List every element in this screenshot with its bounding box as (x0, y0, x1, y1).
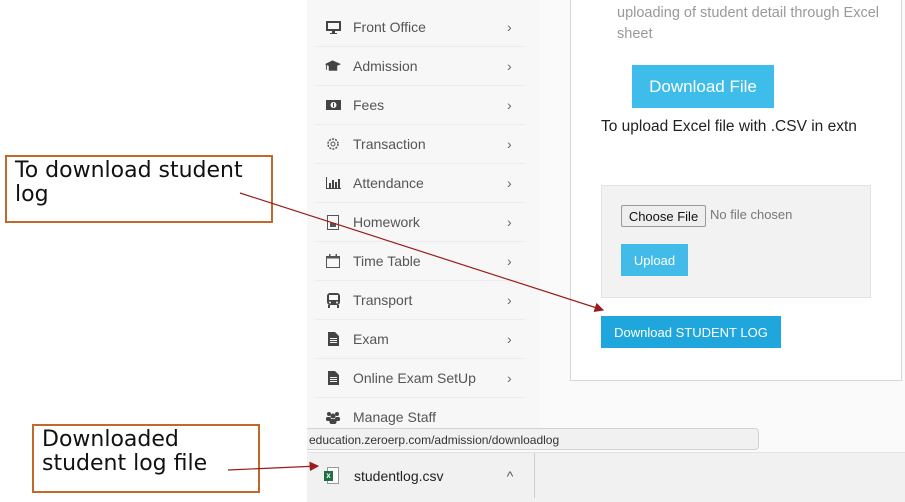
sidebar-item-homework[interactable]: Homework › (315, 203, 525, 242)
sidebar-item-label: Attendance (353, 175, 424, 191)
description-text: uploading of student detail through Exce… (617, 5, 879, 42)
sidebar-item-admission[interactable]: Admission › (315, 47, 525, 86)
calendar-icon (325, 253, 341, 269)
file-icon (325, 331, 341, 347)
sidebar-item-label: Time Table (353, 253, 421, 269)
sidebar-item-front-office[interactable]: Front Office › (315, 8, 525, 47)
chevron-right-icon: › (507, 331, 512, 347)
download-file-button[interactable]: Download File (632, 65, 774, 108)
sidebar-item-label: Transport (353, 292, 413, 308)
download-file-name[interactable]: studentlog.csv (354, 468, 500, 484)
download-item[interactable]: x studentlog.csv ^ (307, 453, 535, 498)
chevron-right-icon: › (507, 58, 512, 74)
choose-file-button[interactable]: Choose File (621, 205, 706, 227)
upload-panel-card: uploading of student detail through Exce… (570, 0, 902, 381)
gear-icon (325, 136, 341, 152)
chevron-up-icon[interactable]: ^ (500, 468, 520, 484)
sidebar-item-label: Front Office (353, 19, 426, 35)
sidebar-item-transaction[interactable]: Transaction › (315, 125, 525, 164)
chevron-right-icon: › (507, 175, 512, 191)
bar-chart-icon (325, 175, 341, 191)
chevron-right-icon: › (507, 292, 512, 308)
chevron-right-icon: › (507, 253, 512, 269)
sidebar-item-label: Exam (353, 331, 389, 347)
sidebar-item-label: Manage Staff (353, 409, 437, 425)
annotation-callout-downloaded-file: Downloaded student log file (32, 424, 260, 493)
sidebar-item-label: Transaction (353, 136, 426, 152)
chevron-right-icon: › (507, 136, 512, 152)
sidebar-item-label: Online Exam SetUp (353, 370, 476, 386)
upload-button[interactable]: Upload (621, 244, 688, 276)
users-icon (325, 409, 341, 425)
status-url-bar: education.zeroerp.com/admission/download… (307, 428, 759, 450)
sidebar-item-fees[interactable]: Fees › (315, 86, 525, 125)
app-screen: Front Office › Admission › Fees › Transa… (307, 0, 905, 502)
chevron-right-icon: › (507, 214, 512, 230)
no-file-text: No file chosen (710, 207, 793, 222)
graduation-cap-icon (325, 58, 341, 74)
download-shelf: x studentlog.csv ^ (307, 452, 905, 502)
sidebar-item-attendance[interactable]: Attendance › (315, 164, 525, 203)
money-icon (325, 97, 341, 113)
chevron-right-icon: › (507, 97, 512, 113)
upload-form: Choose File No file chosen Upload (601, 185, 871, 298)
upload-note: To upload Excel file with .CSV in extn (601, 118, 857, 135)
sidebar-item-online-exam-setup[interactable]: Online Exam SetUp › (315, 359, 525, 398)
download-student-log-button[interactable]: Download STUDENT LOG (601, 316, 781, 348)
desktop-icon (325, 19, 341, 35)
document-icon (325, 214, 341, 230)
sidebar: Front Office › Admission › Fees › Transa… (307, 0, 540, 430)
sidebar-item-time-table[interactable]: Time Table › (315, 242, 525, 281)
sidebar-item-label: Homework (353, 214, 420, 230)
sidebar-item-label: Fees (353, 97, 385, 113)
excel-file-icon: x (324, 466, 340, 485)
bus-icon (325, 292, 341, 308)
chevron-right-icon: › (507, 370, 512, 386)
sidebar-item-exam[interactable]: Exam › (315, 320, 525, 359)
annotation-callout-download-log: To download student log (5, 155, 273, 223)
file-icon (325, 370, 341, 386)
sidebar-item-label: Admission (353, 58, 418, 74)
chevron-right-icon: › (507, 19, 512, 35)
sidebar-item-transport[interactable]: Transport › (315, 281, 525, 320)
